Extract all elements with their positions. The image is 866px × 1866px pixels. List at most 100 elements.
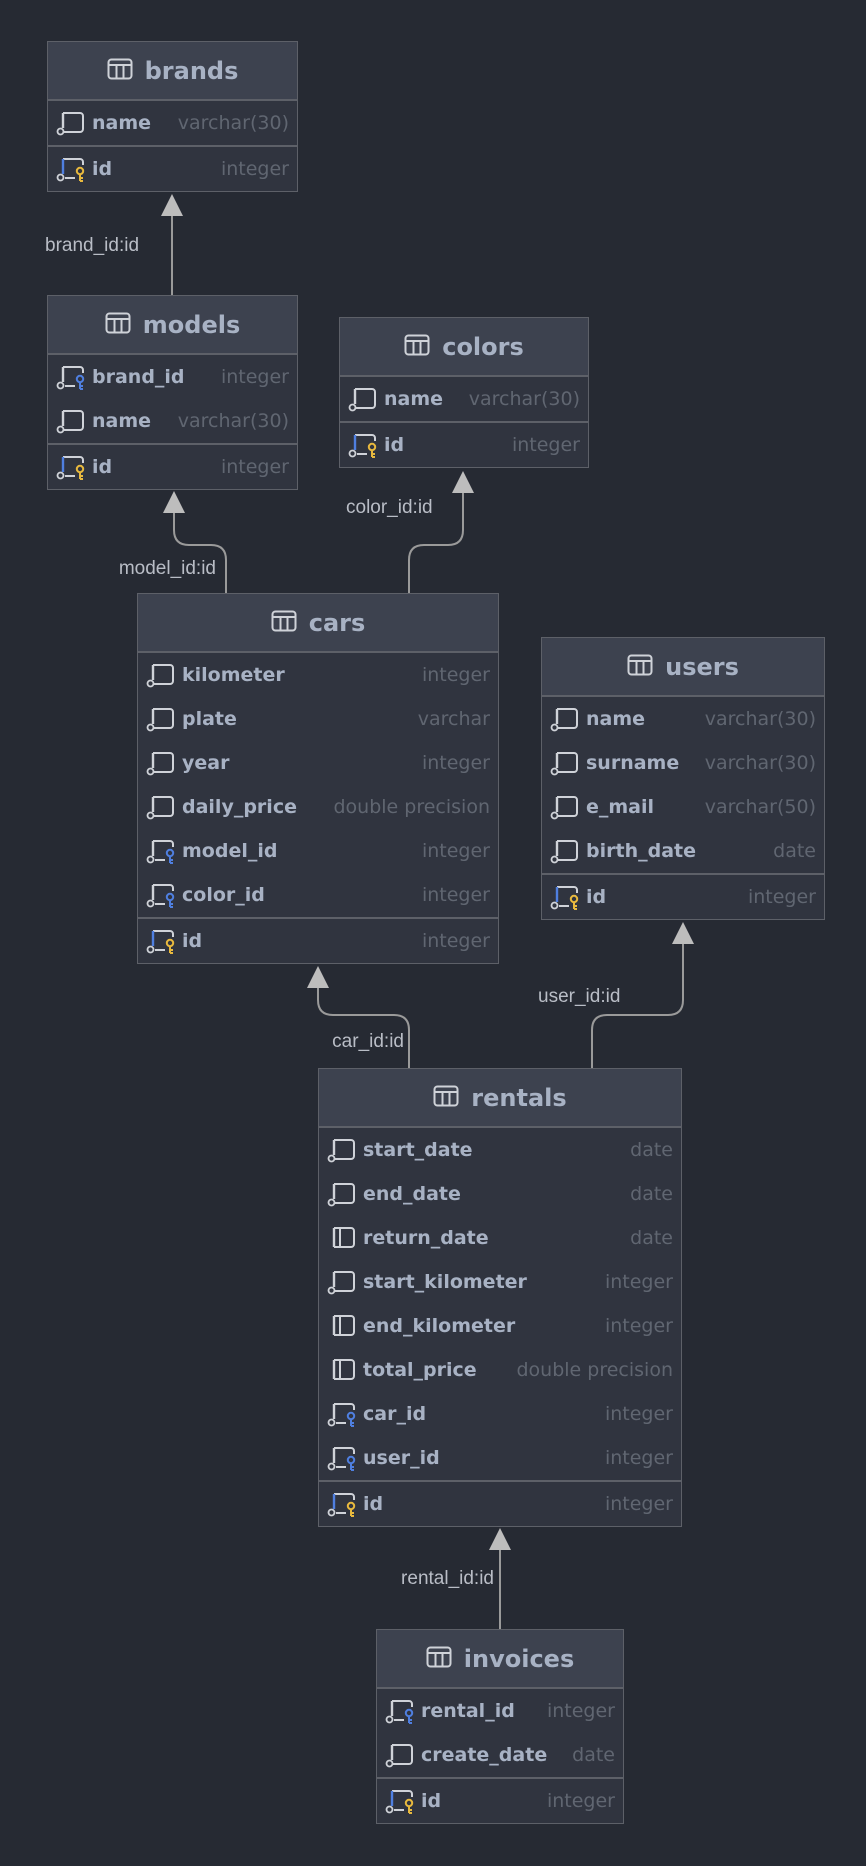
column-name: birth_date bbox=[586, 840, 696, 862]
arrow-head-icon bbox=[452, 471, 474, 493]
column-row[interactable]: create_date date bbox=[377, 1733, 623, 1777]
column-type: integer bbox=[421, 664, 490, 686]
column-row[interactable]: start_kilometer integer bbox=[319, 1260, 681, 1304]
primary-key-column-icon bbox=[550, 884, 580, 910]
table-models[interactable]: models brand_id integer name varchar(30) id in… bbox=[47, 295, 298, 490]
table-title: cars bbox=[308, 608, 366, 637]
column-row[interactable]: surname varchar(30) bbox=[542, 741, 824, 785]
column-icon bbox=[327, 1181, 357, 1207]
column-name: name bbox=[586, 708, 646, 730]
table-invoices[interactable]: invoices rental_id integer create_date date i… bbox=[376, 1629, 624, 1824]
column-icon bbox=[327, 1357, 357, 1383]
table-header[interactable]: cars bbox=[138, 594, 498, 653]
column-row[interactable]: id integer bbox=[138, 917, 498, 963]
column-name: id bbox=[363, 1493, 384, 1515]
table-header[interactable]: invoices bbox=[377, 1630, 623, 1689]
relation-line[interactable] bbox=[317, 986, 410, 1068]
relation-label: car_id:id bbox=[332, 1031, 404, 1052]
relation-label: user_id:id bbox=[538, 986, 621, 1007]
column-name: year bbox=[182, 752, 230, 774]
column-type: integer bbox=[511, 434, 580, 456]
column-row[interactable]: id integer bbox=[377, 1777, 623, 1823]
column-icon bbox=[348, 386, 378, 412]
primary-key-column-icon bbox=[56, 454, 86, 480]
column-icon bbox=[327, 1269, 357, 1295]
column-row[interactable]: year integer bbox=[138, 741, 498, 785]
column-name: color_id bbox=[182, 884, 265, 906]
column-name: brand_id bbox=[92, 366, 185, 388]
primary-key-column-icon bbox=[56, 156, 86, 182]
column-icon bbox=[146, 750, 176, 776]
column-row[interactable]: color_id integer bbox=[138, 873, 498, 917]
column-name: e_mail bbox=[586, 796, 655, 818]
column-type: date bbox=[630, 1227, 673, 1249]
relation-line[interactable] bbox=[173, 511, 227, 593]
arrow-head-icon bbox=[672, 922, 694, 944]
column-row[interactable]: end_date date bbox=[319, 1172, 681, 1216]
table-header[interactable]: brands bbox=[48, 42, 297, 101]
column-row[interactable]: birth_date date bbox=[542, 829, 824, 873]
column-name: id bbox=[92, 456, 113, 478]
column-row[interactable]: car_id integer bbox=[319, 1392, 681, 1436]
column-row[interactable]: plate varchar bbox=[138, 697, 498, 741]
column-type: integer bbox=[604, 1447, 673, 1469]
column-name: id bbox=[92, 158, 113, 180]
column-row[interactable]: end_kilometer integer bbox=[319, 1304, 681, 1348]
table-icon bbox=[404, 334, 430, 360]
column-type: integer bbox=[421, 930, 490, 952]
column-row[interactable]: kilometer integer bbox=[138, 653, 498, 697]
column-row[interactable]: return_date date bbox=[319, 1216, 681, 1260]
table-rentals[interactable]: rentals start_date date end_date date return_… bbox=[318, 1068, 682, 1527]
column-icon bbox=[146, 794, 176, 820]
column-row[interactable]: name varchar(30) bbox=[340, 377, 588, 421]
column-type: double precision bbox=[516, 1359, 673, 1381]
column-row[interactable]: start_date date bbox=[319, 1128, 681, 1172]
primary-key-column-icon bbox=[385, 1788, 415, 1814]
column-type: varchar(30) bbox=[177, 112, 289, 134]
column-row[interactable]: rental_id integer bbox=[377, 1689, 623, 1733]
table-header[interactable]: colors bbox=[340, 318, 588, 377]
arrow-head-icon bbox=[307, 966, 329, 988]
table-header[interactable]: models bbox=[48, 296, 297, 355]
foreign-key-column-icon bbox=[327, 1401, 357, 1427]
table-colors[interactable]: colors name varchar(30) id integer bbox=[339, 317, 589, 468]
table-title: brands bbox=[144, 56, 239, 85]
table-icon bbox=[433, 1085, 459, 1111]
column-icon bbox=[550, 838, 580, 864]
column-type: varchar(30) bbox=[704, 752, 816, 774]
table-cars[interactable]: cars kilometer integer plate varchar year inte… bbox=[137, 593, 499, 964]
column-row[interactable]: id integer bbox=[48, 145, 297, 191]
column-row[interactable]: daily_price double precision bbox=[138, 785, 498, 829]
column-row[interactable]: model_id integer bbox=[138, 829, 498, 873]
column-type: integer bbox=[220, 456, 289, 478]
column-row[interactable]: user_id integer bbox=[319, 1436, 681, 1480]
table-header[interactable]: users bbox=[542, 638, 824, 697]
column-name: name bbox=[92, 112, 152, 134]
column-row[interactable]: brand_id integer bbox=[48, 355, 297, 399]
column-type: integer bbox=[604, 1493, 673, 1515]
column-icon bbox=[327, 1137, 357, 1163]
foreign-key-column-icon bbox=[327, 1445, 357, 1471]
column-name: start_kilometer bbox=[363, 1271, 527, 1293]
table-users[interactable]: users name varchar(30) surname varchar(30) e_… bbox=[541, 637, 825, 920]
primary-key-column-icon bbox=[146, 928, 176, 954]
column-name: id bbox=[384, 434, 405, 456]
column-name: name bbox=[384, 388, 444, 410]
table-header[interactable]: rentals bbox=[319, 1069, 681, 1128]
table-brands[interactable]: brands name varchar(30) id integer bbox=[47, 41, 298, 192]
column-type: integer bbox=[220, 366, 289, 388]
column-row[interactable]: name varchar(30) bbox=[48, 101, 297, 145]
column-row[interactable]: name varchar(30) bbox=[542, 697, 824, 741]
column-icon bbox=[56, 408, 86, 434]
column-row[interactable]: id integer bbox=[48, 443, 297, 489]
table-icon bbox=[271, 610, 297, 636]
column-row[interactable]: total_price double precision bbox=[319, 1348, 681, 1392]
column-type: varchar bbox=[417, 708, 490, 730]
column-row[interactable]: id integer bbox=[340, 421, 588, 467]
column-row[interactable]: id integer bbox=[319, 1480, 681, 1526]
column-row[interactable]: id integer bbox=[542, 873, 824, 919]
column-row[interactable]: e_mail varchar(50) bbox=[542, 785, 824, 829]
column-row[interactable]: name varchar(30) bbox=[48, 399, 297, 443]
arrow-head-icon bbox=[163, 491, 185, 513]
column-icon bbox=[550, 794, 580, 820]
